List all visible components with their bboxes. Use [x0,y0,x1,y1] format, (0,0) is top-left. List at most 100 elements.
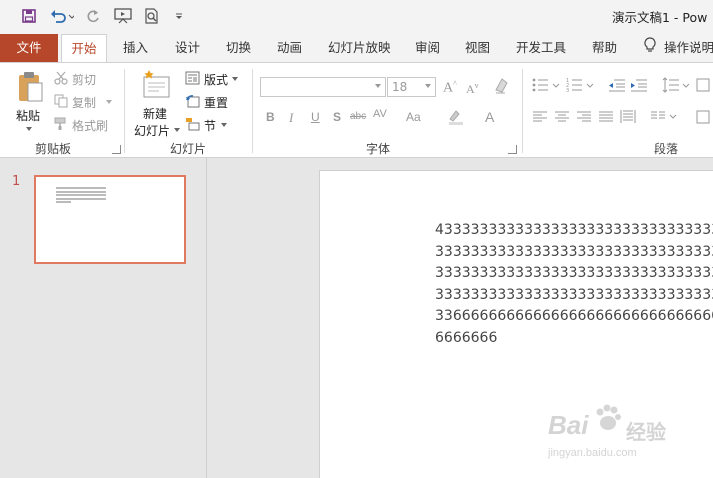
new-slide-button[interactable]: 新建 幻灯片 [133,69,181,138]
tab-insert[interactable]: 插入 [123,34,148,62]
document-title: 演示文稿1 - Pow [612,10,708,25]
copy-icon [54,94,68,111]
numbering-icon[interactable]: 123 [566,77,596,96]
tell-me-label: 操作说明 [664,40,713,55]
title-bar: 演示文稿1 - Pow [0,0,713,34]
align-left-icon[interactable] [532,110,548,127]
svg-text:3: 3 [566,88,569,93]
reset-label: 重置 [204,96,229,110]
paste-label: 粘贴 [16,109,41,123]
character-spacing-button[interactable]: AV [373,108,387,120]
lightbulb-icon [644,35,656,63]
save-icon[interactable] [18,6,40,26]
layout-button[interactable]: 版式 [185,71,245,89]
bullets-icon[interactable] [532,77,562,96]
section-label: 节 [204,119,217,133]
section-icon [185,117,200,134]
scissors-icon [54,71,68,88]
copy-label: 复制 [72,96,97,110]
cut-button[interactable]: 剪切 [54,71,114,89]
layout-dropdown-icon [232,77,238,81]
align-text-icon[interactable] [696,109,710,128]
highlight-icon[interactable] [447,109,467,128]
slide-thumbnail[interactable] [34,175,186,264]
tab-review[interactable]: 审阅 [415,34,440,62]
group-separator [522,69,523,153]
thumbnail-text-preview [56,187,106,205]
paw-logo-icon [592,402,624,437]
paragraph-group-label: 段落 [654,142,679,156]
italic-button[interactable]: I [289,110,293,126]
clear-formatting-icon[interactable] [493,77,511,98]
font-group-label: 字体 [366,142,391,156]
tab-animations[interactable]: 动画 [277,34,302,62]
new-slide-dropdown-icon [174,128,180,132]
grow-font-icon[interactable]: A^ [443,79,457,97]
text-shadow-button[interactable]: S [333,110,341,124]
font-size-dropdown-icon [425,84,431,88]
ribbon-home: 粘贴 剪切 复制 格式刷 剪贴板 新建 幻灯片 版式 重置 节 幻灯片 18 A… [0,62,713,158]
format-painter-label: 格式刷 [72,119,109,133]
strikethrough-button[interactable]: abc [350,111,366,122]
new-slide-label-1: 新建 [143,107,168,121]
ribbon-tabs: 文件 开始 插入 设计 切换 动画 幻灯片放映 审阅 视图 开发工具 帮助 操作… [0,34,713,62]
slides-group-label: 幻灯片 [170,142,207,156]
reset-icon [185,94,200,111]
text-direction-icon[interactable] [696,77,710,96]
from-beginning-icon[interactable] [112,6,134,26]
tell-me-search[interactable]: 操作说明 [644,34,713,62]
tab-home[interactable]: 开始 [61,34,107,62]
customize-qat-icon[interactable] [172,6,186,26]
reset-button[interactable]: 重置 [185,94,245,112]
new-slide-label-2: 幻灯片 [134,124,171,138]
copy-button[interactable]: 复制 [54,94,114,112]
copy-dropdown-icon [106,100,112,104]
undo-icon[interactable] [48,6,76,26]
redo-icon[interactable] [84,6,102,26]
tab-transitions[interactable]: 切换 [226,34,251,62]
font-name-combo[interactable] [260,77,386,97]
new-slide-icon [141,69,171,102]
clipboard-launcher-icon[interactable] [112,145,121,154]
font-size-value: 18 [392,80,408,94]
paste-dropdown-icon [26,127,32,131]
change-case-button[interactable]: Aa [406,110,421,124]
layout-label: 版式 [204,73,229,87]
section-button[interactable]: 节 [185,117,245,135]
group-separator [252,69,253,153]
font-launcher-icon[interactable] [508,145,517,154]
tab-help[interactable]: 帮助 [592,34,617,62]
bold-button[interactable]: B [266,110,275,124]
format-painter-button[interactable]: 格式刷 [54,117,114,135]
slide-number: 1 [12,174,21,189]
decrease-indent-icon[interactable] [608,77,626,96]
tab-design[interactable]: 设计 [175,34,200,62]
watermark-url: jingyan.baidu.com [548,447,637,459]
font-color-button[interactable]: A [485,109,494,125]
shrink-font-icon[interactable]: Av [466,81,479,97]
clipboard-group-label: 剪贴板 [35,142,72,156]
tab-view[interactable]: 视图 [465,34,490,62]
line-spacing-icon[interactable] [662,77,692,96]
align-center-icon[interactable] [554,110,570,127]
font-name-dropdown-icon [375,84,381,88]
increase-indent-icon[interactable] [630,77,648,96]
watermark-brand-2: 经验 [626,420,666,444]
layout-icon [185,71,200,88]
tab-file[interactable]: 文件 [0,34,58,62]
justify-icon[interactable] [598,110,614,127]
align-right-icon[interactable] [576,110,592,127]
distributed-icon[interactable] [620,109,636,128]
columns-icon[interactable] [650,109,680,128]
section-dropdown-icon [221,123,227,127]
cut-label: 剪切 [72,73,97,87]
paste-icon [16,71,44,106]
slide-text-box[interactable]: 43333333333333333333333333333333 3333333… [435,220,713,349]
print-preview-icon[interactable] [142,6,162,26]
tab-developer[interactable]: 开发工具 [516,34,566,62]
group-separator [124,69,125,153]
format-painter-icon [54,117,68,134]
font-size-combo[interactable]: 18 [387,77,436,97]
tab-slide-show[interactable]: 幻灯片放映 [328,34,391,62]
underline-button[interactable]: U [311,110,320,124]
